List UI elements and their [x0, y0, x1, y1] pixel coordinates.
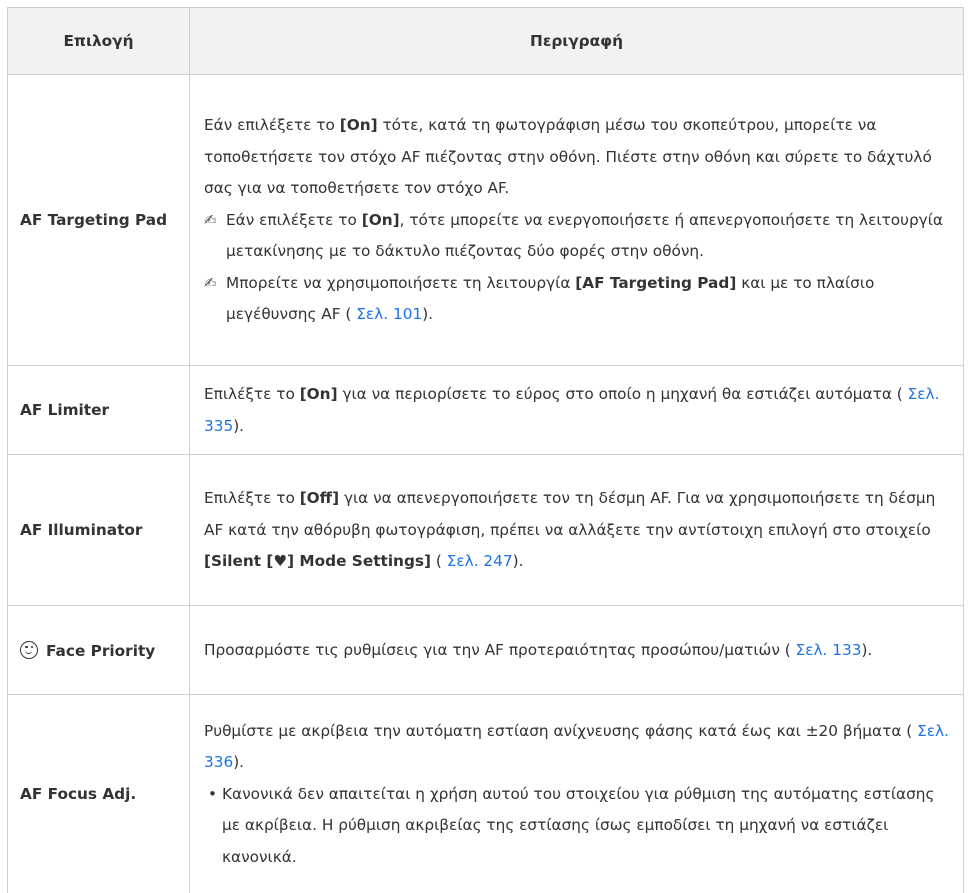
- description-cell: Επιλέξτε το [Off] για να απενεργοποιήσετ…: [189, 454, 964, 606]
- page-link[interactable]: Σελ. 133: [791, 641, 862, 659]
- description-cell: Εάν επιλέξετε το [On] τότε, κατά τη φωτο…: [189, 74, 964, 366]
- page-link[interactable]: Σελ. 101: [351, 305, 422, 323]
- description-cell: Ρυθμίστε με ακρίβεια την αυτόματη εστίασ…: [189, 694, 964, 893]
- tip-icon: ✍: [204, 273, 217, 292]
- face-smile-icon: [20, 640, 38, 659]
- option-af-limiter: AF Limiter: [7, 365, 190, 455]
- bullet-note: • Κανονικά δεν απαιτείται η χρήση αυτού τ…: [204, 779, 953, 874]
- description-cell: Επιλέξτε το [On] για να περιορίσετε το ε…: [189, 365, 964, 455]
- description-text: Εάν επιλέξετε το [On] τότε, κατά τη φωτο…: [204, 116, 932, 198]
- header-description: Περιγραφή: [189, 7, 964, 75]
- settings-table: Επιλογή Περιγραφή AF Targeting Pad Εάν ε…: [7, 7, 964, 893]
- table-header-row: Επιλογή Περιγραφή: [7, 7, 964, 75]
- description-text: Ρυθμίστε με ακρίβεια την αυτόματη εστίασ…: [204, 721, 949, 772]
- table-row: AF Targeting Pad Εάν επιλέξετε το [On] τ…: [7, 74, 964, 366]
- option-face-priority: Face Priority: [7, 605, 190, 695]
- bullet-dot: •: [208, 784, 218, 803]
- option-af-targeting-pad: AF Targeting Pad: [7, 74, 190, 366]
- option-af-illuminator: AF Illuminator: [7, 454, 190, 606]
- option-af-focus-adj: AF Focus Adj.: [7, 694, 190, 893]
- table-row: AF Focus Adj. Ρυθμίστε με ακρίβεια την α…: [7, 694, 964, 893]
- table-row: AF Illuminator Επιλέξτε το [Off] για να …: [7, 454, 964, 606]
- description-cell: Προσαρμόστε τις ρυθμίσεις για την AF προ…: [189, 605, 964, 695]
- table-row: Face Priority Προσαρμόστε τις ρυθμίσεις …: [7, 605, 964, 695]
- table-row: AF Limiter Επιλέξτε το [On] για να περιο…: [7, 365, 964, 455]
- tip-icon: ✍: [204, 210, 217, 229]
- tip-note: ✍ Εάν επιλέξετε το [On], τότε μπορείτε να…: [204, 205, 953, 268]
- header-option: Επιλογή: [7, 7, 190, 75]
- tip-note: ✍ Μπορείτε να χρησιμοποιήσετε τη λειτουργ…: [204, 268, 953, 331]
- page-link[interactable]: Σελ. 247: [442, 552, 513, 570]
